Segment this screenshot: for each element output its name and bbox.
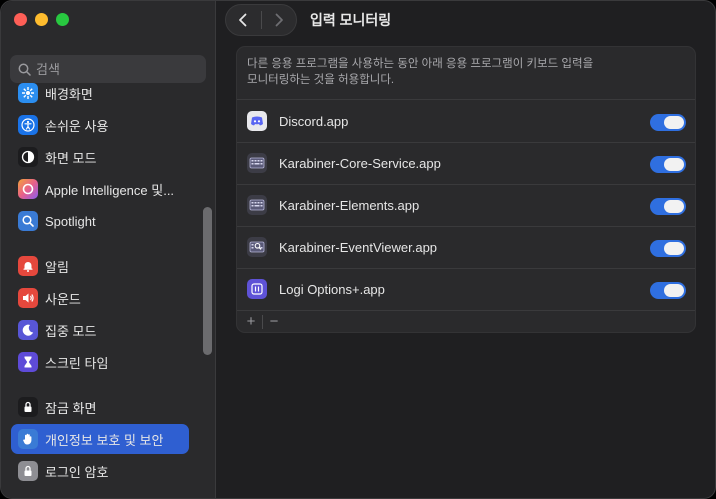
sound-icon — [18, 288, 38, 308]
app-permission-toggle[interactable] — [650, 156, 686, 173]
sidebar-item-lock-screen[interactable]: 잠금 화면 — [11, 392, 189, 422]
login-password-icon — [18, 461, 38, 481]
sidebar-item-label: 집중 모드 — [45, 323, 97, 339]
discord-icon — [247, 111, 267, 131]
sidebar-item-appearance[interactable]: 화면 모드 — [11, 142, 189, 172]
sidebar-item-label: 손쉬운 사용 — [45, 118, 109, 134]
app-row-karabiner-elements: Karabiner-Elements.app — [237, 184, 695, 226]
search-icon — [18, 63, 31, 76]
app-row-logi-options: Logi Options+.app — [237, 268, 695, 310]
sidebar-item-wallpaper[interactable]: 배경화면 — [11, 78, 189, 108]
app-name: Karabiner-EventViewer.app — [279, 240, 438, 255]
back-button[interactable] — [226, 5, 261, 35]
logi-options-icon — [247, 279, 267, 299]
search-input[interactable] — [36, 61, 186, 77]
karabiner-eventviewer-icon — [247, 237, 267, 257]
toggle-knob — [664, 284, 684, 297]
lock-screen-icon — [18, 397, 38, 417]
sidebar-item-spotlight[interactable]: Spotlight — [11, 206, 189, 236]
sidebar-item-label: 개인정보 보호 및 보안 — [45, 432, 164, 448]
app-row-karabiner-eventviewer: Karabiner-EventViewer.app — [237, 226, 695, 268]
sidebar-item-accessibility[interactable]: 손쉬운 사용 — [11, 110, 189, 140]
footer-divider — [262, 314, 263, 329]
wallpaper-icon — [18, 83, 38, 103]
sidebar-item-label: 로그인 암호 — [45, 464, 109, 480]
sidebar-item-label: 화면 모드 — [45, 150, 97, 166]
karabiner-icon — [247, 195, 267, 215]
zoom-window-button[interactable] — [56, 13, 69, 26]
navigation-buttons — [225, 4, 297, 36]
description-line: 다른 응용 프로그램을 사용하는 동안 아래 응용 프로그램이 키보드 입력을 — [247, 58, 594, 70]
sidebar-item-notifications[interactable]: 알림 — [11, 251, 189, 281]
panel-description: 다른 응용 프로그램을 사용하는 동안 아래 응용 프로그램이 키보드 입력을 … — [247, 56, 677, 88]
chevron-right-icon — [275, 13, 283, 27]
toggle-knob — [664, 242, 684, 255]
toggle-knob — [664, 158, 684, 171]
sidebar-item-screen-time[interactable]: 스크린 타임 — [11, 347, 189, 377]
app-name: Karabiner-Core-Service.app — [279, 156, 441, 171]
description-line: 모니터링하는 것을 허용합니다. — [247, 74, 395, 86]
karabiner-icon — [247, 153, 267, 173]
system-settings-window: 배경화면 손쉬운 사용 화면 모드 Apple Intelligence 및..… — [0, 0, 716, 499]
app-name: Karabiner-Elements.app — [279, 198, 420, 213]
sidebar-item-label: Apple Intelligence 및... — [45, 182, 175, 198]
app-permission-toggle[interactable] — [650, 240, 686, 257]
chevron-left-icon — [239, 13, 247, 27]
app-name: Discord.app — [279, 114, 349, 129]
focus-icon — [18, 320, 38, 340]
sidebar-item-label: 배경화면 — [45, 86, 93, 102]
appearance-icon — [18, 147, 38, 167]
app-row-karabiner-core-service: Karabiner-Core-Service.app — [237, 142, 695, 184]
app-permission-toggle[interactable] — [650, 114, 686, 131]
screen-time-icon — [18, 352, 38, 372]
sidebar: 배경화면 손쉬운 사용 화면 모드 Apple Intelligence 및..… — [1, 1, 216, 498]
sidebar-item-label: 스크린 타임 — [45, 355, 109, 371]
sidebar-item-focus[interactable]: 집중 모드 — [11, 315, 189, 345]
app-row-discord: Discord.app — [237, 100, 695, 142]
sidebar-item-privacy-security[interactable]: 개인정보 보호 및 보안 — [11, 424, 189, 454]
input-monitoring-panel: 다른 응용 프로그램을 사용하는 동안 아래 응용 프로그램이 키보드 입력을 … — [236, 46, 696, 333]
spotlight-icon — [18, 211, 38, 231]
apple-intelligence-icon — [18, 179, 38, 199]
sidebar-item-apple-intelligence[interactable]: Apple Intelligence 및... — [11, 174, 189, 204]
add-app-button[interactable]: + — [243, 313, 259, 330]
sidebar-item-label: 잠금 화면 — [45, 400, 97, 416]
accessibility-icon — [18, 115, 38, 135]
app-name: Logi Options+.app — [279, 282, 385, 297]
forward-button[interactable] — [261, 5, 296, 35]
window-controls — [14, 13, 69, 26]
sidebar-item-label: 알림 — [45, 259, 69, 275]
app-permission-toggle[interactable] — [650, 198, 686, 215]
privacy-hand-icon — [18, 429, 38, 449]
toggle-knob — [664, 200, 684, 213]
page-title: 입력 모니터링 — [310, 12, 392, 28]
sidebar-item-label: Spotlight — [45, 213, 96, 229]
sidebar-scrollbar-thumb[interactable] — [203, 207, 212, 355]
remove-app-button[interactable]: − — [266, 313, 282, 330]
close-window-button[interactable] — [14, 13, 27, 26]
sidebar-item-label: 사운드 — [45, 291, 81, 307]
toggle-knob — [664, 116, 684, 129]
sidebar-item-login-password[interactable]: 로그인 암호 — [11, 456, 189, 486]
minimize-window-button[interactable] — [35, 13, 48, 26]
list-footer: + − — [237, 310, 695, 333]
notifications-icon — [18, 256, 38, 276]
app-permission-toggle[interactable] — [650, 282, 686, 299]
sidebar-item-sound[interactable]: 사운드 — [11, 283, 189, 313]
